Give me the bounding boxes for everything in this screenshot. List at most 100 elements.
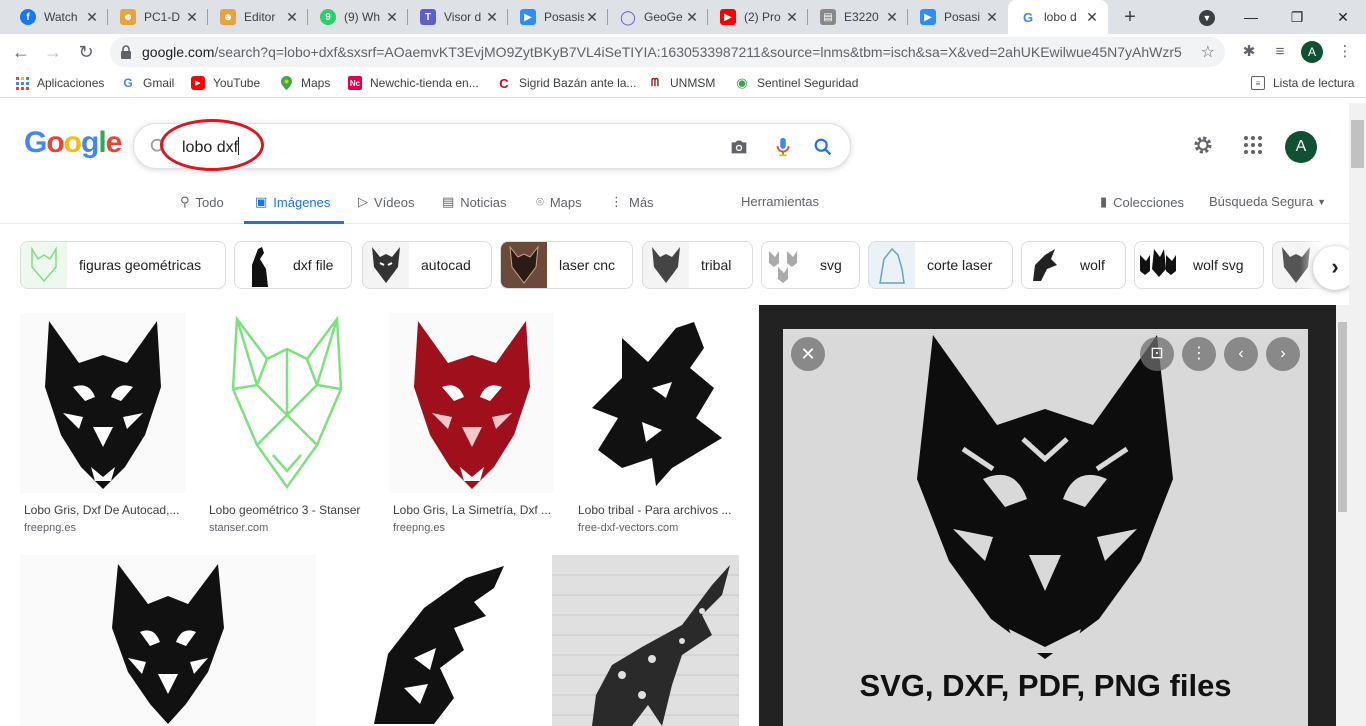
safe-search-dropdown[interactable]: Búsqueda Segura ▼ (1209, 194, 1326, 209)
close-icon[interactable]: ✕ (284, 9, 300, 26)
menu-more-icon[interactable]: ⋮ (1335, 42, 1355, 62)
result-thumbnail[interactable] (389, 313, 554, 493)
reading-list-button[interactable]: ≡ Lista de lectura (1251, 76, 1354, 90)
bookmark-item[interactable]: Maps (279, 76, 330, 90)
result-title[interactable]: Lobo tribal - Para archivos ... (574, 503, 739, 517)
browser-tab[interactable]: 9 (9) Wh ✕ (308, 0, 408, 34)
result-source[interactable]: freepng.es (20, 522, 186, 534)
suggestion-chip[interactable]: wolf (1021, 241, 1126, 289)
page-scrollbar-track[interactable] (1349, 103, 1366, 726)
suggestion-chip[interactable]: tribal (642, 241, 753, 289)
close-icon[interactable]: ✕ (384, 9, 400, 26)
next-image-button[interactable]: › (1266, 337, 1300, 371)
suggestion-chip[interactable]: dxf file (234, 241, 352, 289)
browser-tab[interactable]: ☻ Editor ✕ (208, 0, 308, 34)
result-thumbnail[interactable] (574, 313, 739, 493)
browser-tab[interactable]: ▶ Posasi ✕ (908, 0, 1008, 34)
close-icon[interactable]: ✕ (784, 9, 800, 26)
browser-tab[interactable]: ◯ GeoGe ✕ (608, 0, 708, 34)
bookmark-item[interactable]: ᗰ UNMSM (648, 76, 715, 90)
image-result[interactable]: Lobo Gris, La Simetría, Dxf ... freepng.… (389, 313, 554, 534)
account-avatar[interactable]: A (1285, 131, 1317, 163)
page-scrollbar-thumb[interactable] (1351, 120, 1364, 168)
browser-tab[interactable]: ▶ (2) Pro ✕ (708, 0, 808, 34)
tab-maps[interactable]: ⌾ Maps (536, 194, 582, 210)
tab-all[interactable]: ⚲ Todo (180, 194, 224, 210)
close-icon[interactable]: ✕ (884, 9, 900, 26)
preview-image[interactable]: SVG, DXF, PDF, PNG files (783, 329, 1308, 726)
result-title[interactable]: Lobo geométrico 3 - Stanser (205, 503, 369, 517)
new-tab-button[interactable]: + (1118, 5, 1142, 29)
result-title[interactable]: Lobo Gris, Dxf De Autocad,... (20, 503, 186, 517)
close-icon[interactable]: ✕ (84, 9, 100, 26)
result-source[interactable]: free-dxf-vectors.com (574, 522, 739, 534)
tab-images[interactable]: ▣ Imágenes (255, 194, 330, 210)
suggestion-chip[interactable]: svg (761, 241, 860, 289)
image-result[interactable]: Lobo tribal - Para archivos ... free-dxf… (574, 313, 739, 534)
more-options-button[interactable]: ⋮ (1182, 337, 1216, 371)
bookmark-item[interactable]: C Sigrid Bazán ante la... (497, 76, 636, 91)
image-result[interactable]: Lobo Gris, Dxf De Autocad,... freepng.es (20, 313, 186, 534)
preview-scrollbar-thumb[interactable] (1338, 322, 1347, 512)
browser-tab[interactable]: T Visor d ✕ (408, 0, 508, 34)
gear-icon[interactable] (1191, 133, 1215, 157)
bookmark-item[interactable]: G Gmail (121, 76, 174, 90)
close-icon[interactable]: ✕ (584, 9, 600, 26)
restore-button[interactable]: ❐ (1276, 0, 1318, 34)
suggestion-chip[interactable]: autocad (362, 241, 492, 289)
apps-grid-icon[interactable] (1241, 133, 1265, 157)
tab-videos[interactable]: ▷ Vídeos (358, 194, 414, 210)
image-result[interactable] (20, 555, 316, 726)
collections-button[interactable]: ▮ Colecciones (1100, 194, 1184, 210)
reload-button[interactable]: ↻ (74, 40, 98, 64)
image-result[interactable]: Lobo geométrico 3 - Stanser stanser.com (205, 313, 369, 534)
close-icon[interactable]: ✕ (184, 9, 200, 26)
tools-button[interactable]: Herramientas (741, 194, 819, 209)
suggestion-chip[interactable]: figuras geométricas (20, 241, 226, 289)
bookmark-item[interactable]: Aplicaciones (15, 76, 104, 90)
close-icon[interactable]: ✕ (984, 9, 1000, 26)
tab-more[interactable]: ⋮ Más (610, 194, 654, 210)
result-source[interactable]: stanser.com (205, 522, 369, 534)
extensions-icon[interactable]: ✱ (1239, 42, 1259, 62)
browser-tab[interactable]: f Watch ✕ (8, 0, 108, 34)
tab-news[interactable]: ▤ Noticias (442, 194, 507, 210)
browser-tab[interactable]: ☻ PC1-D ✕ (108, 0, 208, 34)
result-thumbnail[interactable] (205, 313, 369, 493)
bookmark-item[interactable]: ▶ YouTube (191, 76, 260, 90)
result-thumbnail[interactable] (20, 555, 316, 726)
close-icon[interactable]: ✕ (484, 9, 500, 26)
camera-icon[interactable] (728, 136, 750, 158)
suggestion-chip[interactable]: laser cnc (500, 241, 633, 289)
result-thumbnail[interactable] (336, 555, 532, 726)
bookmark-item[interactable]: Nc Newchic-tienda en... (348, 76, 479, 90)
browser-tab-active[interactable]: G lobo d ✕ (1008, 0, 1108, 34)
result-thumbnail[interactable] (552, 555, 739, 726)
search-submit-icon[interactable] (812, 136, 834, 158)
minimize-button[interactable]: — (1230, 0, 1272, 34)
suggestion-chip[interactable]: corte laser (868, 241, 1013, 289)
result-source[interactable]: freepng.es (389, 522, 554, 534)
result-thumbnail[interactable] (20, 313, 186, 493)
suggestion-chip[interactable]: wolf svg (1134, 241, 1264, 289)
microphone-icon[interactable] (772, 136, 794, 158)
browser-profile-avatar[interactable]: A (1301, 41, 1323, 63)
back-button[interactable]: ← (9, 40, 33, 64)
google-logo[interactable]: Google (24, 126, 122, 160)
bookmark-item[interactable]: ◉ Sentinel Seguridad (735, 75, 858, 90)
close-icon[interactable]: ✕ (684, 9, 700, 26)
visual-search-button[interactable]: ⊡ (1140, 337, 1174, 371)
close-window-button[interactable]: ✕ (1322, 0, 1364, 34)
image-result[interactable] (552, 555, 739, 726)
image-result[interactable] (336, 555, 532, 726)
media-queue-icon[interactable]: ≡ (1270, 42, 1290, 62)
close-preview-button[interactable]: ✕ (791, 337, 825, 371)
address-bar[interactable]: google.com/search?q=lobo+dxf&sxsrf=AOaem… (110, 37, 1225, 67)
browser-tab[interactable]: ▤ E3220 ✕ (808, 0, 908, 34)
forward-button[interactable]: → (41, 40, 65, 64)
result-title[interactable]: Lobo Gris, La Simetría, Dxf ... (389, 503, 554, 517)
close-icon[interactable]: ✕ (1084, 9, 1100, 26)
browser-tab[interactable]: ▶ Posasis ✕ (508, 0, 608, 34)
previous-image-button[interactable]: ‹ (1224, 337, 1258, 371)
tab-search-button[interactable]: ▼ (1186, 0, 1228, 34)
